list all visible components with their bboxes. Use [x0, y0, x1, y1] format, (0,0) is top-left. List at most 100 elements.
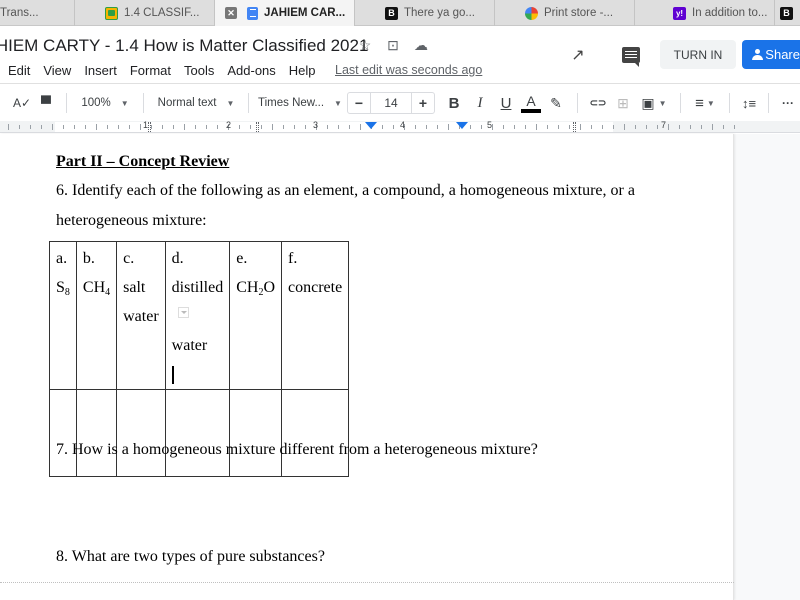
question-7: 7. How is a homogeneous mixture differen…	[56, 441, 538, 458]
answer-cell-e[interactable]	[229, 389, 282, 477]
star-icon[interactable]: ☆	[357, 37, 373, 53]
ruler-tick	[547, 125, 548, 129]
line-spacing-icon[interactable]: ↕≡	[738, 91, 760, 115]
insert-link-icon[interactable]: ⊂⊃	[586, 91, 610, 115]
insert-image-button[interactable]: ▣ ▼	[636, 91, 672, 115]
table-column-handle[interactable]	[573, 122, 576, 132]
ruler-tick	[272, 124, 273, 130]
table-cell-c[interactable]: c. salt water	[116, 241, 166, 390]
turn-in-button[interactable]: TURN IN	[660, 40, 736, 69]
paint-format-icon[interactable]: ▀	[34, 91, 58, 115]
cell-menu-chevron-icon[interactable]	[177, 307, 189, 318]
table-cell-a[interactable]: a. S8	[49, 241, 77, 390]
table-cell-d[interactable]: d. distilled water	[164, 241, 231, 390]
toolbar-divider	[143, 93, 144, 113]
table-cell-f[interactable]: f. concrete	[280, 241, 350, 390]
highlight-color-icon[interactable]: ✎	[543, 91, 569, 115]
increase-font-size-button[interactable]: +	[412, 93, 434, 113]
browser-tab[interactable]: Trans...	[0, 0, 75, 26]
text-color-swatch	[521, 108, 541, 113]
ruler-tick	[602, 125, 603, 129]
align-button[interactable]: ≡ ▼	[689, 91, 721, 115]
title-icons: ☆ ⊡ ☁	[357, 37, 429, 53]
toolbar-divider	[768, 93, 769, 113]
add-comment-icon[interactable]: ⊞	[610, 91, 636, 115]
answer-cell-b[interactable]	[75, 389, 118, 477]
text-color-button[interactable]: A	[519, 91, 543, 115]
ruler-tick	[580, 124, 581, 130]
header-actions: ↗ TURN IN Share	[566, 40, 800, 69]
font-size-input[interactable]: 14	[370, 93, 412, 113]
move-to-folder-icon[interactable]: ⊡	[385, 37, 401, 53]
ruler-tick	[668, 124, 669, 130]
zoom-value: 100%	[81, 97, 111, 109]
right-indent-marker[interactable]	[456, 122, 468, 129]
text-cursor	[171, 366, 174, 385]
ruler-tick	[393, 125, 394, 129]
menu-view[interactable]: View	[43, 63, 71, 78]
ruler-number: 7	[661, 120, 667, 130]
horizontal-ruler[interactable]: 1 2 3 4 5 7	[0, 120, 800, 133]
menu-add-ons[interactable]: Add-ons	[227, 63, 275, 78]
comment-history-icon[interactable]	[622, 46, 640, 67]
close-tab-icon[interactable]: ✕	[225, 7, 237, 19]
ruler-tick	[19, 125, 20, 129]
browser-tab[interactable]: B	[775, 0, 800, 26]
zoom-select[interactable]: 100% ▼	[75, 91, 135, 115]
menu-insert[interactable]: Insert	[84, 63, 117, 78]
item-label: c. salt water	[123, 250, 159, 325]
ruler-tick	[8, 124, 9, 130]
activity-dashboard-icon[interactable]: ↗	[566, 43, 590, 67]
table-column-handle[interactable]	[256, 122, 259, 132]
more-options-button[interactable]: ···	[777, 91, 799, 115]
cloud-saved-icon[interactable]: ☁	[413, 37, 429, 53]
align-left-icon: ≡	[695, 94, 704, 112]
answer-cell-c[interactable]	[116, 389, 166, 477]
font-size-control: − 14 +	[347, 92, 435, 114]
browser-tab[interactable]: B There ya go...	[355, 0, 495, 26]
document-page[interactable]: Part II – Concept Review 6. Identify eac…	[0, 134, 734, 600]
browser-tab-active[interactable]: ✕ JAHIEM CAR...	[215, 0, 355, 26]
tab-label: There ya go...	[404, 7, 475, 19]
item-subscript: 8	[64, 287, 70, 298]
menu-format[interactable]: Format	[130, 63, 171, 78]
chevron-down-icon: ▼	[226, 98, 235, 108]
table-cell-b[interactable]: b. CH4	[75, 241, 118, 390]
tab-label: JAHIEM CAR...	[264, 7, 346, 19]
browser-tab[interactable]: 1.4 CLASSIF...	[75, 0, 215, 26]
menu-tools[interactable]: Tools	[184, 63, 214, 78]
paragraph-style-select[interactable]: Normal text ▼	[152, 91, 240, 115]
answer-cell-f[interactable]	[280, 389, 350, 477]
decrease-font-size-button[interactable]: −	[348, 93, 370, 113]
ruler-tick	[635, 125, 636, 129]
menu-edit[interactable]: Edit	[8, 63, 30, 78]
ruler-tick	[118, 125, 119, 129]
share-button[interactable]: Share	[742, 40, 800, 69]
ruler-tick	[184, 124, 185, 130]
font-family-value: Times New...	[258, 97, 325, 109]
docs-header: JAHIEM CARTY - 1.4 How is Matter Classif…	[0, 26, 800, 84]
answer-cell-a[interactable]	[49, 389, 77, 477]
browser-tab[interactable]: y! In addition to...	[635, 0, 775, 26]
italic-button[interactable]: I	[467, 91, 493, 115]
item-label: b. CH	[82, 250, 106, 296]
spellcheck-icon[interactable]: A✓	[10, 91, 34, 115]
font-family-select[interactable]: Times New... ▼	[257, 91, 343, 115]
ruler-tick	[382, 125, 383, 129]
document-title[interactable]: JAHIEM CARTY - 1.4 How is Matter Classif…	[0, 36, 368, 56]
menu-help[interactable]: Help	[289, 63, 316, 78]
item-subscript: 4	[105, 287, 111, 298]
item-label-line-2: water	[171, 337, 208, 354]
left-indent-marker[interactable]	[365, 122, 377, 129]
browser-tab[interactable]: Print store -...	[495, 0, 635, 26]
underline-button[interactable]: U	[493, 91, 519, 115]
ruler-tick	[657, 125, 658, 129]
table-cell-e[interactable]: e. CH2O	[229, 241, 282, 390]
last-edit-link[interactable]: Last edit was seconds ago	[335, 63, 482, 77]
ruler-tick	[437, 125, 438, 129]
answer-cell-d[interactable]	[164, 389, 231, 477]
table-column-handle[interactable]	[148, 122, 151, 132]
brainly-icon: B	[780, 6, 793, 20]
bold-button[interactable]: B	[441, 91, 467, 115]
ruler-tick	[305, 125, 306, 129]
